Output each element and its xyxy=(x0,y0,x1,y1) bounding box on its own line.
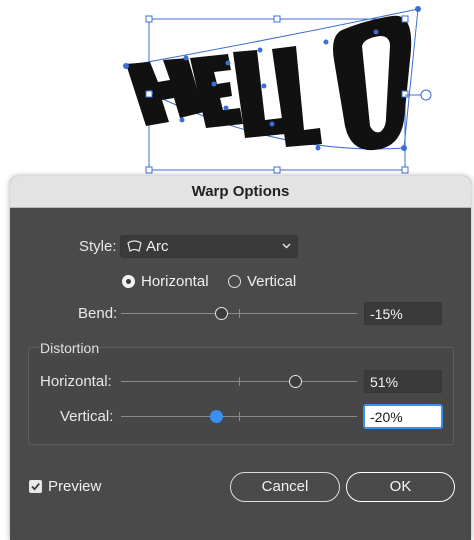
warped-text-artwork[interactable] xyxy=(0,0,474,180)
dialog-titlebar[interactable]: Warp Options xyxy=(10,176,471,208)
bend-slider-thumb[interactable] xyxy=(215,307,228,320)
style-value: Arc xyxy=(146,238,169,255)
preview-checkbox[interactable] xyxy=(29,480,42,493)
vertical-distortion-label: Vertical: xyxy=(60,408,114,425)
chevron-down-icon xyxy=(282,243,291,249)
warped-letters xyxy=(126,15,412,151)
ok-button[interactable]: OK xyxy=(346,472,455,502)
horizontal-distortion-slider-thumb[interactable] xyxy=(289,375,302,388)
checkmark-icon xyxy=(31,483,40,491)
vertical-slider-center-tick xyxy=(239,412,240,421)
bend-slider-center-tick xyxy=(239,309,240,318)
distortion-label: Distortion xyxy=(40,340,100,356)
style-dropdown[interactable]: Arc xyxy=(120,235,298,258)
radio-unselected-indicator[interactable] xyxy=(228,275,241,288)
radio-vertical-label: Vertical xyxy=(247,273,297,290)
bend-label: Bend: xyxy=(78,305,118,322)
horizontal-slider-center-tick xyxy=(239,377,240,386)
vertical-distortion-input[interactable]: -20% xyxy=(364,405,442,428)
radio-selected-indicator[interactable] xyxy=(122,275,135,288)
horizontal-distortion-label: Horizontal: xyxy=(40,373,112,390)
style-label: Style: xyxy=(79,238,117,255)
distortion-group xyxy=(28,347,454,445)
artboard[interactable] xyxy=(0,0,474,180)
cancel-button[interactable]: Cancel xyxy=(230,472,340,502)
bend-input[interactable]: -15% xyxy=(364,302,442,325)
dialog-title: Warp Options xyxy=(191,183,290,200)
arc-warp-icon xyxy=(127,240,142,252)
radio-horizontal-label: Horizontal xyxy=(141,273,209,290)
vertical-distortion-slider-thumb[interactable] xyxy=(210,410,223,423)
preview-label[interactable]: Preview xyxy=(48,478,101,495)
horizontal-distortion-input[interactable]: 51% xyxy=(364,370,442,393)
warp-options-dialog: Warp Options Style: Arc Horizontal Verti… xyxy=(10,176,471,540)
rotate-handle xyxy=(420,89,432,101)
